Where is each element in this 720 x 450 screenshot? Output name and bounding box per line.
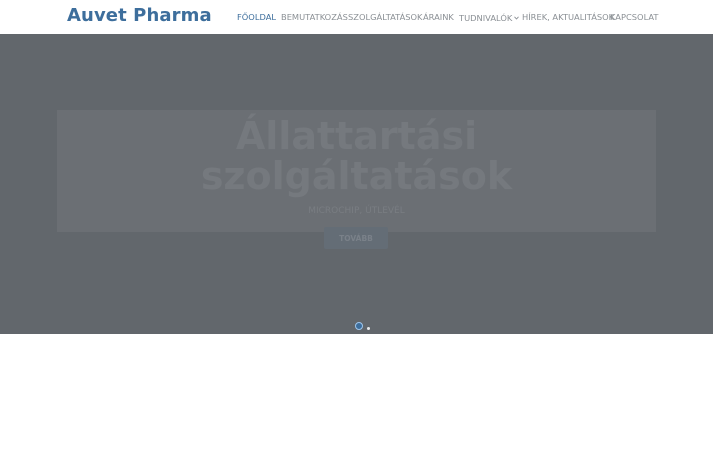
hero-title-line-1: Állattartási: [235, 114, 478, 158]
hero-more-button[interactable]: TOVÁBB: [324, 227, 388, 249]
nav-item-tudnivalok-label: TUDNIVALÓK: [459, 13, 513, 23]
nav-item-bemutatkozas[interactable]: BEMUTATKOZÁS: [281, 12, 348, 22]
chevron-down-icon: [514, 12, 520, 22]
hero-title: Állattartási szolgáltatások: [57, 116, 656, 196]
hero-slider: Állattartási szolgáltatások MICROCHIP, Ú…: [0, 34, 713, 334]
nav-item-kapcsolat[interactable]: KAPCSOLAT: [610, 12, 658, 22]
hero-title-line-2: szolgáltatások: [200, 154, 513, 198]
nav-item-hirek[interactable]: HÍREK, AKTUALITÁSOK: [522, 12, 614, 22]
nav-item-tudnivalok[interactable]: TUDNIVALÓK: [459, 12, 520, 23]
nav-item-szolgaltatasok[interactable]: SZOLGÁLTATÁSOK: [348, 12, 422, 22]
hero-subtitle: MICROCHIP, ÚTLEVÉL: [308, 206, 405, 216]
nav-item-araink[interactable]: ÁRAINK: [423, 12, 454, 22]
site-header: Auvet Pharma FŐOLDAL BEMUTATKOZÁS SZOLGÁ…: [0, 0, 713, 34]
main-nav: FŐOLDAL BEMUTATKOZÁS SZOLGÁLTATÁSOK ÁRAI…: [0, 12, 713, 24]
nav-item-fooldal[interactable]: FŐOLDAL: [237, 12, 276, 22]
carousel-dot-active[interactable]: [355, 322, 363, 330]
carousel-dot[interactable]: [367, 327, 370, 330]
